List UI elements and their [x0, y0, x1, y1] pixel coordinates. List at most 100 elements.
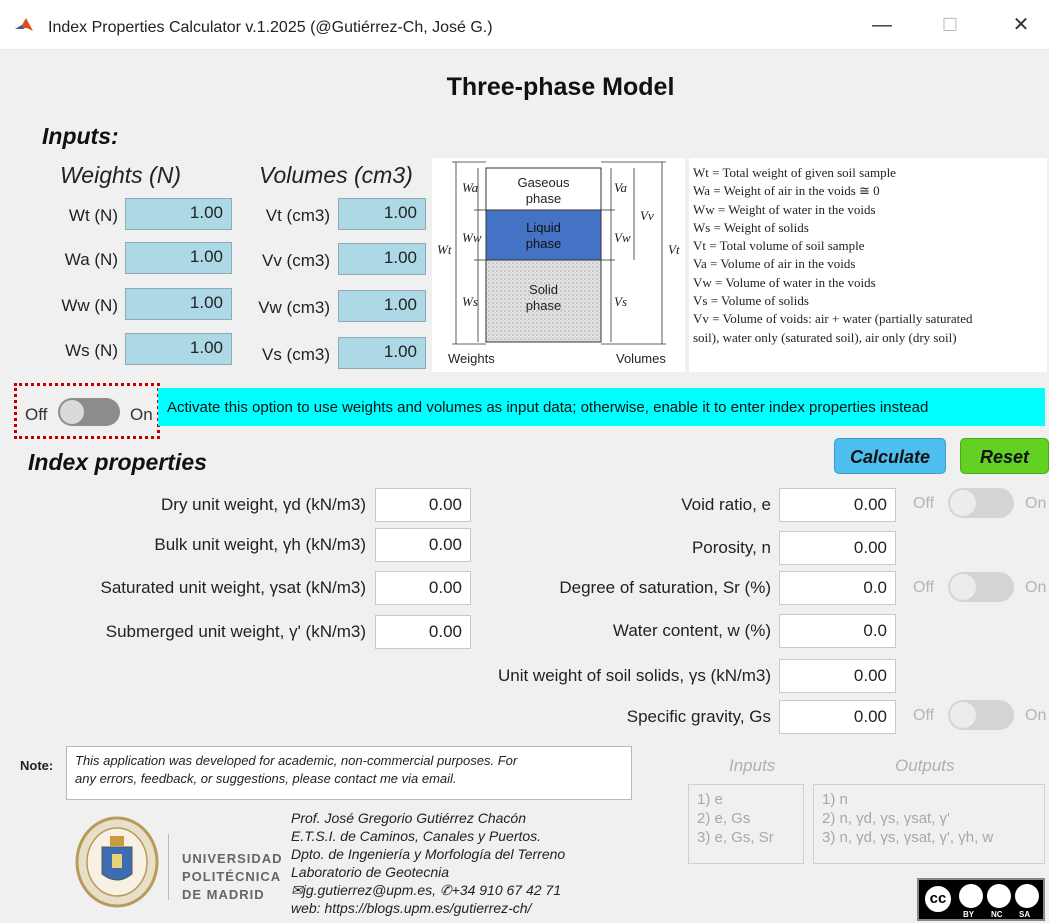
void-ratio-switch[interactable] [948, 488, 1014, 518]
vs-input[interactable]: 1.00 [338, 337, 426, 369]
legend-line: Vt = Total volume of soil sample [693, 238, 865, 254]
ww-symbol: Ww [462, 230, 482, 245]
legend-line: Vw = Volume of water in the voids [693, 274, 876, 290]
mode-switch-on-label: On [130, 405, 153, 424]
vt-symbol: Vt [668, 242, 680, 257]
saturated-unit-weight-label: Saturated unit weight, γsat (kN/m3) [100, 578, 366, 597]
gs-switch[interactable] [948, 700, 1014, 730]
void-ratio-switch-on-label: On [1025, 495, 1047, 512]
solid-phase-label: Solid phase [525, 282, 562, 313]
gaseous-phase-label: Gaseous phase [517, 175, 570, 206]
io-outputs-list: 1) n 2) n, γd, γs, γsat, γ' 3) n, γd, γs… [813, 784, 1045, 864]
upm-seal-logo [72, 812, 162, 912]
mode-toggle-switch[interactable] [58, 398, 120, 426]
specific-gravity-field[interactable]: 0.00 [779, 700, 896, 734]
page-title: Three-phase Model [446, 73, 675, 101]
vw-input[interactable]: 1.00 [338, 290, 426, 322]
by-label: BY [963, 910, 975, 919]
submerged-unit-weight-label: Submerged unit weight, γ' (kN/m3) [105, 622, 366, 641]
legend-line: Wa = Weight of air in the voids ≅ 0 [693, 183, 880, 199]
author-credits: Prof. José Gregorio Gutiérrez Chacón E.T… [291, 809, 565, 917]
credit-line: Dpto. de Ingeniería y Morfología del Ter… [291, 846, 566, 862]
water-content-label: Water content, w (%) [612, 621, 771, 640]
legend-line: Vv = Volume of voids: air + water (parti… [693, 311, 973, 327]
degree-of-saturation-label: Degree of saturation, Sr (%) [559, 578, 771, 597]
note-box: This application was developed for acade… [66, 746, 632, 800]
note-text: any errors, feedback, or suggestions, pl… [75, 771, 457, 786]
io-outputs-heading: Outputs [895, 756, 955, 775]
wt-symbol: Wt [437, 242, 452, 257]
saturation-switch-off-label: Off [913, 579, 935, 596]
cc-icon: cc [923, 884, 953, 914]
vt-input[interactable]: 1.00 [338, 198, 426, 230]
mode-info-banner: Activate this option to use weights and … [158, 388, 1045, 426]
close-button[interactable]: ✕ [1001, 10, 1041, 40]
index-properties-heading: Index properties [28, 449, 207, 475]
vw-label: Vw (cm3) [258, 298, 330, 317]
water-content-field[interactable]: 0.0 [779, 614, 896, 648]
vv-input[interactable]: 1.00 [338, 243, 426, 275]
calculate-button[interactable]: Calculate [834, 438, 946, 474]
nc-icon [987, 884, 1011, 908]
void-ratio-field[interactable]: 0.00 [779, 488, 896, 522]
logo-divider [168, 834, 169, 900]
saturation-switch-on-label: On [1025, 579, 1047, 596]
legend-line: Ww = Weight of water in the voids [693, 201, 876, 217]
vw-symbol: Vw [614, 230, 631, 245]
io-inputs-list: 1) e 2) e, Gs 3) e, Gs, Sr [688, 784, 804, 864]
legend-line: soil), water only (saturated soil), air … [693, 329, 957, 345]
io-inputs-heading: Inputs [729, 756, 776, 775]
wa-input[interactable]: 1.00 [125, 242, 232, 274]
credit-web-link[interactable]: web: https://blogs.upm.es/gutierrez-ch/ [291, 899, 565, 917]
wt-input[interactable]: 1.00 [125, 198, 232, 230]
weights-axis-label: Weights [448, 351, 495, 366]
legend-line: Ws = Weight of solids [693, 219, 809, 235]
credit-line: Prof. José Gregorio Gutiérrez Chacón [291, 810, 526, 826]
ws-symbol: Ws [462, 294, 478, 309]
diagram-legend: Wt = Total weight of given soil sample W… [689, 158, 1047, 372]
sa-label: SA [1019, 910, 1031, 919]
specific-gravity-label: Specific gravity, Gs [626, 707, 771, 726]
window-titlebar: Index Properties Calculator v.1.2025 (@G… [0, 0, 1049, 50]
ws-input[interactable]: 1.00 [125, 333, 232, 365]
inputs-heading: Inputs: [42, 123, 119, 149]
minimize-button[interactable]: — [862, 10, 902, 40]
porosity-label: Porosity, n [691, 538, 771, 557]
gs-switch-on-label: On [1025, 707, 1047, 724]
credit-line: Laboratorio de Geotecnia [291, 864, 449, 880]
vv-symbol: Vv [640, 208, 654, 223]
bulk-unit-weight-label: Bulk unit weight, γh (kN/m3) [154, 535, 366, 554]
vs-symbol: Vs [614, 294, 627, 309]
cc-license-badge: cc BY NC SA [917, 878, 1045, 921]
mode-info-text: Activate this option to use weights and … [167, 399, 929, 416]
porosity-field[interactable]: 0.00 [779, 531, 896, 565]
credit-line: E.T.S.I. de Caminos, Canales y Puertos. [291, 828, 542, 844]
ww-label: Ww (N) [61, 296, 118, 315]
matlab-icon [14, 16, 34, 36]
ws-label: Ws (N) [65, 341, 118, 360]
credit-email-phone[interactable]: ✉jg.gutierrez@upm.es, ✆+34 910 67 42 71 [291, 881, 565, 899]
vt-label: Vt (cm3) [265, 206, 330, 225]
legend-line: Va = Volume of air in the voids [693, 256, 856, 272]
note-text: This application was developed for acade… [75, 753, 518, 768]
saturation-switch[interactable] [948, 572, 1014, 602]
va-symbol: Va [614, 180, 627, 195]
volumes-heading: Volumes (cm3) [259, 162, 413, 188]
unit-weight-solids-label: Unit weight of soil solids, γs (kN/m3) [497, 666, 771, 685]
maximize-button[interactable]: ☐ [930, 10, 970, 40]
unit-weight-solids-field[interactable]: 0.00 [779, 659, 896, 693]
wt-label: Wt (N) [68, 206, 118, 225]
void-ratio-switch-off-label: Off [913, 495, 935, 512]
note-label: Note: [20, 758, 54, 773]
by-icon [959, 884, 983, 908]
three-phase-diagram: Gaseous phase Liquid phase Solid phase Wa W… [432, 158, 685, 372]
degree-of-saturation-field[interactable]: 0.0 [779, 571, 896, 605]
void-ratio-label: Void ratio, e [681, 495, 771, 514]
weights-heading: Weights (N) [60, 162, 181, 188]
vv-label: Vv (cm3) [262, 251, 330, 270]
reset-button[interactable]: Reset [960, 438, 1049, 474]
ww-input[interactable]: 1.00 [125, 288, 232, 320]
dry-unit-weight-label: Dry unit weight, γd (kN/m3) [161, 495, 366, 514]
vs-label: Vs (cm3) [262, 345, 330, 364]
legend-line: Vs = Volume of solids [693, 293, 809, 309]
